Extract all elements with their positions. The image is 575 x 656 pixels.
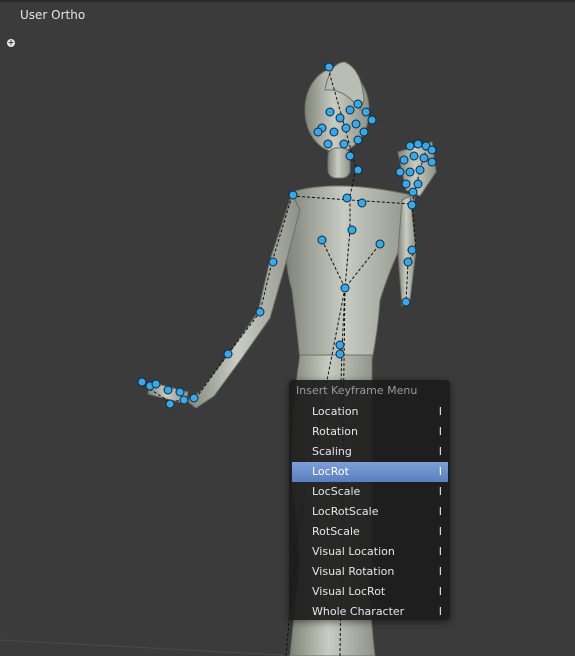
menu-item-shortcut: I: [438, 445, 442, 458]
menu-item-rotscale[interactable]: RotScale I: [292, 522, 448, 542]
menu-item-shortcut: I: [438, 405, 442, 418]
menu-item-label: Visual LocRot: [312, 585, 386, 598]
menu-item-locrotscale[interactable]: LocRotScale I: [292, 502, 448, 522]
menu-item-whole-character[interactable]: Whole Character I: [292, 602, 448, 622]
menu-item-shortcut: I: [438, 425, 442, 438]
menu-item-label: Location: [312, 405, 359, 418]
menu-item-shortcut: I: [438, 465, 442, 478]
menu-item-label: LocRotScale: [312, 505, 379, 518]
menu-item-locscale[interactable]: LocScale I: [292, 482, 448, 502]
menu-item-location[interactable]: Location I: [292, 402, 448, 422]
menu-item-label: LocScale: [312, 485, 361, 498]
menu-item-label: Rotation: [312, 425, 359, 438]
floor-line: [0, 639, 301, 656]
menu-item-shortcut: I: [438, 565, 442, 578]
insert-keyframe-menu: Insert Keyframe Menu Location I Rotation…: [289, 380, 450, 620]
view-name-label: User Ortho: [20, 8, 86, 22]
plus-icon[interactable]: +: [7, 39, 15, 47]
menu-title: Insert Keyframe Menu: [296, 384, 418, 397]
menu-item-label: Visual Rotation: [312, 565, 395, 578]
menu-item-shortcut: I: [438, 545, 442, 558]
menu-item-shortcut: I: [438, 505, 442, 518]
menu-item-rotation[interactable]: Rotation I: [292, 422, 448, 442]
menu-item-shortcut: I: [438, 525, 442, 538]
menu-item-locrot[interactable]: LocRot I: [292, 462, 448, 482]
menu-item-label: Visual Location: [312, 545, 395, 558]
menu-item-shortcut: I: [438, 485, 442, 498]
menu-item-label: LocRot: [312, 465, 349, 478]
menu-item-visual-location[interactable]: Visual Location I: [292, 542, 448, 562]
menu-item-label: Whole Character: [312, 605, 405, 618]
menu-item-scaling[interactable]: Scaling I: [292, 442, 448, 462]
menu-item-label: RotScale: [312, 525, 360, 538]
menu-item-label: Scaling: [312, 445, 352, 458]
menu-item-visual-rotation[interactable]: Visual Rotation I: [292, 562, 448, 582]
character-model[interactable]: [0, 0, 575, 656]
3d-viewport[interactable]: User Ortho + Insert Keyframe Menu Locati…: [0, 0, 575, 656]
menu-item-visual-locrot[interactable]: Visual LocRot I: [292, 582, 448, 602]
menu-item-shortcut: I: [438, 585, 442, 598]
menu-item-shortcut: I: [438, 605, 442, 618]
